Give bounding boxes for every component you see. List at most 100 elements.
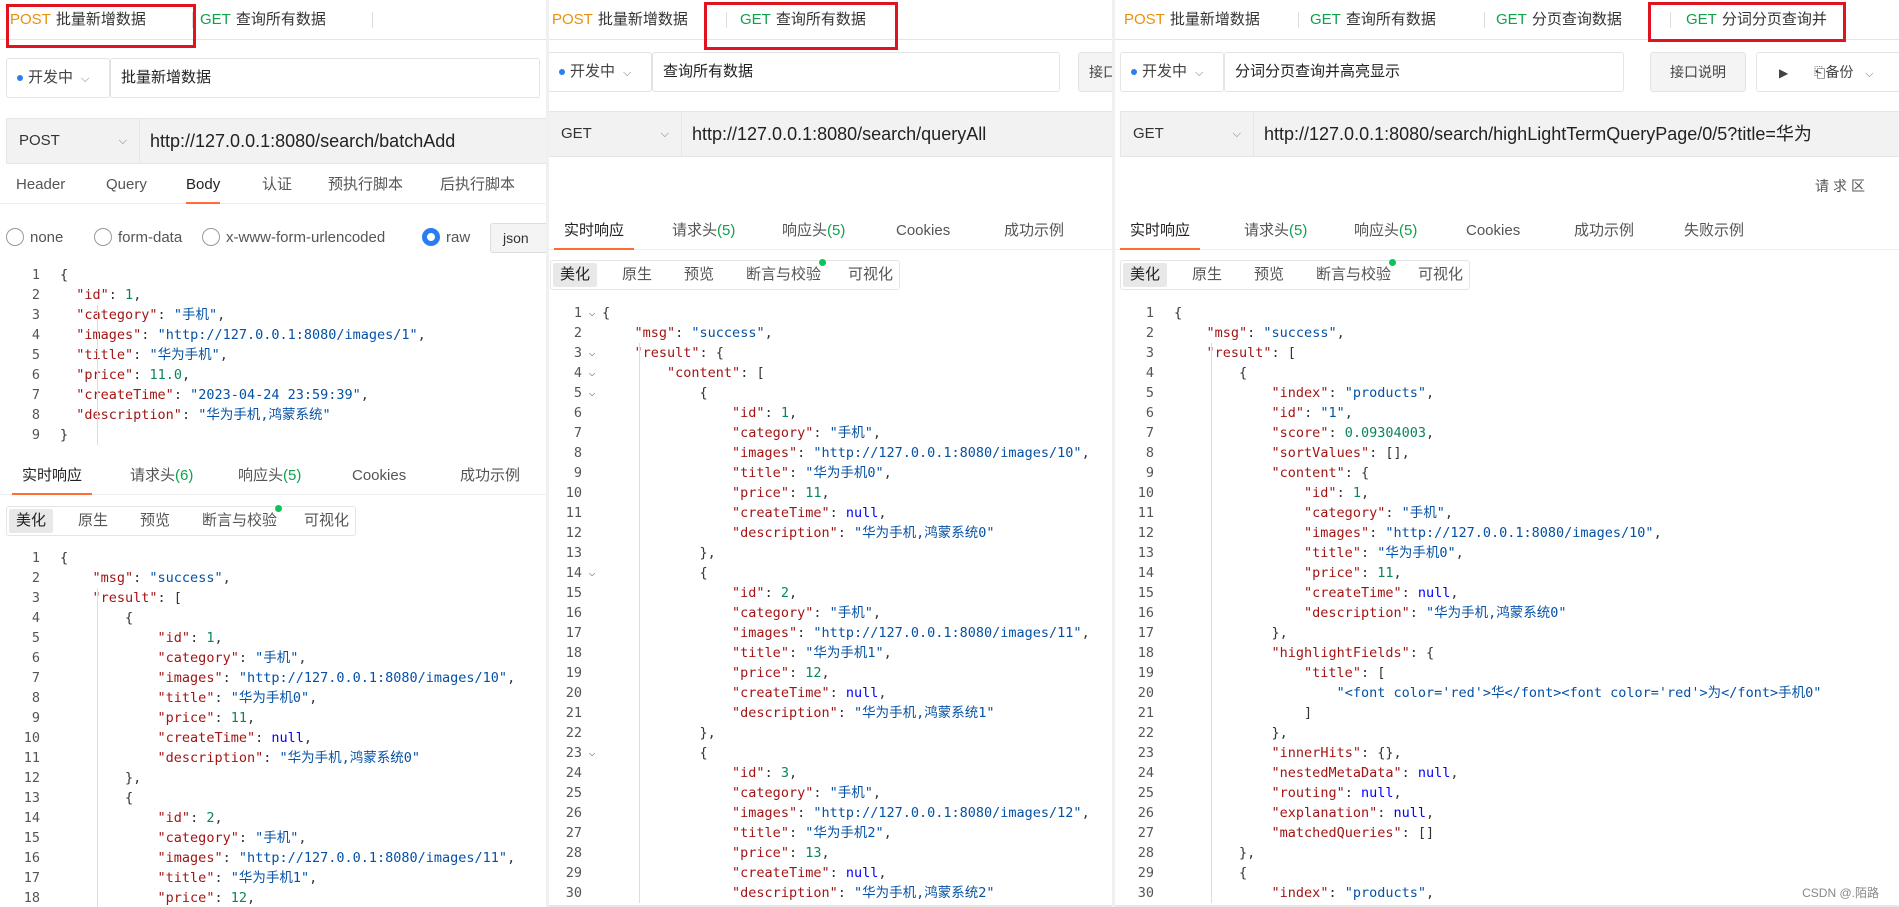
tab-live-response[interactable]: 实时响应 [12, 461, 93, 495]
tab-batch-add[interactable]: POST 批量新增数据 [552, 6, 688, 34]
tab-success-example[interactable]: 成功示例 [1574, 216, 1634, 250]
tab-live-response[interactable]: 实时响应 [554, 216, 635, 250]
tab-request-headers[interactable]: 请求头(6) [130, 461, 193, 495]
line-number: 8 [1145, 445, 1154, 461]
view-preview[interactable]: 预览 [133, 509, 177, 533]
tab-highlight-query[interactable]: GET 分词分页查询并 [1686, 6, 1856, 34]
view-preview[interactable]: 预览 [1247, 263, 1291, 287]
tab-cookies[interactable]: Cookies [352, 461, 406, 495]
radio-raw[interactable]: raw [422, 227, 470, 249]
tab-query-all[interactable]: GET 查询所有数据 [1310, 6, 1436, 34]
code-text: "title": "华为手机2", [732, 825, 892, 841]
tab-success-example[interactable]: 成功示例 [1004, 216, 1064, 250]
fold-toggle-icon[interactable]: ⌵ [584, 383, 600, 403]
view-pretty[interactable]: 美化 [1123, 263, 1168, 287]
line-number: 23 [565, 745, 582, 761]
view-visualize[interactable]: 可视化 [297, 509, 356, 533]
view-assertions[interactable]: 断言与校验 [739, 263, 828, 287]
tab-pre-script[interactable]: 预执行脚本 [328, 170, 403, 204]
tab-query[interactable]: Query [106, 170, 147, 204]
tab-body[interactable]: Body [186, 170, 221, 204]
fold-toggle-icon[interactable]: ⌵ [584, 343, 600, 363]
tab-failure-example[interactable]: 失败示例 [1684, 216, 1744, 250]
view-preview[interactable]: 预览 [677, 263, 721, 287]
status-dropdown[interactable]: 开发中 ⌵ [6, 58, 110, 98]
chevron-down-icon: ⌵ [623, 67, 632, 79]
line-number: 21 [565, 705, 582, 721]
status-dot [819, 259, 826, 266]
play-icon[interactable]: ▶ [1779, 66, 1788, 80]
url-input[interactable]: http://127.0.0.1:8080/search/highLightTe… [1253, 111, 1899, 157]
line-number: 18 [1137, 645, 1154, 661]
tab-query-all[interactable]: GET 查询所有数据 [740, 6, 866, 34]
tab-success-example[interactable]: 成功示例 [460, 461, 520, 495]
code-line: 17 "title": "华为手机1", [6, 868, 548, 888]
status-dropdown[interactable]: 开发中 ⌵ [548, 52, 652, 92]
method-select[interactable]: GET ⌵ [548, 111, 682, 157]
tab-batch-add[interactable]: POST 批量新增数据 [10, 6, 146, 34]
fold-toggle-icon[interactable]: ⌵ [584, 363, 600, 383]
tab-cookies[interactable]: Cookies [1466, 216, 1520, 250]
view-pretty[interactable]: 美化 [553, 263, 598, 287]
tab-response-headers[interactable]: 响应头(5) [1354, 216, 1417, 250]
doc-button[interactable]: 接口 [1078, 52, 1114, 92]
view-assertions[interactable]: 断言与校验 [195, 509, 284, 533]
view-visualize[interactable]: 可视化 [841, 263, 900, 287]
request-area-label[interactable]: 请求区 [1815, 176, 1869, 196]
view-raw[interactable]: 原生 [71, 509, 115, 533]
tab-post-script[interactable]: 后执行脚本 [440, 170, 515, 204]
doc-button[interactable]: 接口说明 [1650, 52, 1746, 92]
status-label: 开发中 [570, 63, 616, 80]
tab-header[interactable]: Header [16, 170, 65, 204]
line-number: 9 [1145, 465, 1154, 481]
tab-response-headers[interactable]: 响应头(5) [238, 461, 301, 495]
fold-toggle-icon[interactable]: ⌵ [584, 743, 600, 763]
backup-button[interactable]: 备份 [1825, 64, 1853, 80]
tab-query-all[interactable]: GET 查询所有数据 [200, 6, 326, 34]
status-label: 开发中 [28, 69, 74, 86]
code-line: 6 "id": "1", [1120, 403, 1899, 423]
chevron-down-icon[interactable]: ⌵ [1865, 55, 1873, 91]
code-text: "<font color='red'>华</font><font color='… [1336, 685, 1822, 701]
view-raw[interactable]: 原生 [615, 263, 659, 287]
fold-toggle-icon[interactable]: ⌵ [584, 563, 600, 583]
request-name-input[interactable]: 批量新增数据 [110, 58, 540, 98]
line-number: 11 [1137, 505, 1154, 521]
radio-none[interactable]: none [6, 227, 63, 249]
request-body-editor[interactable]: 1{2 "id": 1, 3 "category": "手机", 4 "images… [6, 265, 548, 447]
url-input[interactable]: http://127.0.0.1:8080/search/batchAdd [139, 118, 548, 164]
tab-live-response[interactable]: 实时响应 [1120, 216, 1201, 250]
tab-label: 批量新增数据 [597, 11, 688, 28]
request-name-input[interactable]: 查询所有数据 [652, 52, 1060, 92]
tab-divider [1484, 12, 1485, 28]
body-format-select[interactable]: json [490, 223, 548, 253]
radio-urlencoded[interactable]: x-www-form-urlencoded [202, 227, 385, 249]
tab-batch-add[interactable]: POST 批量新增数据 [1124, 6, 1260, 34]
code-line: 4 "images": "http://127.0.0.1:8080/image… [6, 325, 548, 345]
tab-request-headers[interactable]: 请求头(5) [1244, 216, 1307, 250]
line-number: 23 [1137, 745, 1154, 761]
request-name-input[interactable]: 分词分页查询并高亮显示 [1224, 52, 1624, 92]
status-dropdown[interactable]: 开发中 ⌵ [1120, 52, 1224, 92]
view-assertions[interactable]: 断言与校验 [1309, 263, 1398, 287]
view-pretty[interactable]: 美化 [9, 509, 54, 533]
tab-auth[interactable]: 认证 [262, 170, 292, 204]
code-line: 10 "id": 1, [1120, 483, 1899, 503]
method-select[interactable]: GET ⌵ [1120, 111, 1254, 157]
method-select[interactable]: POST ⌵ [6, 118, 140, 164]
tab-page-query[interactable]: GET 分页查询数据 [1496, 6, 1622, 34]
tab-cookies[interactable]: Cookies [896, 216, 950, 250]
view-visualize[interactable]: 可视化 [1411, 263, 1470, 287]
tab-request-headers[interactable]: 请求头(5) [672, 216, 735, 250]
chevron-down-icon: ⌵ [660, 128, 669, 140]
tab-response-headers[interactable]: 响应头(5) [782, 216, 845, 250]
backup-icon[interactable]: ⎗ [1814, 64, 1825, 80]
indent-guide [96, 588, 98, 907]
url-input[interactable]: http://127.0.0.1:8080/search/queryAll [681, 111, 1114, 157]
code-text: "id": 1, [1304, 485, 1370, 501]
view-raw[interactable]: 原生 [1185, 263, 1229, 287]
radio-form-data[interactable]: form-data [94, 227, 182, 249]
line-number: 1 [1145, 305, 1154, 321]
fold-toggle-icon[interactable]: ⌵ [584, 303, 600, 323]
status-dot [1131, 69, 1137, 76]
